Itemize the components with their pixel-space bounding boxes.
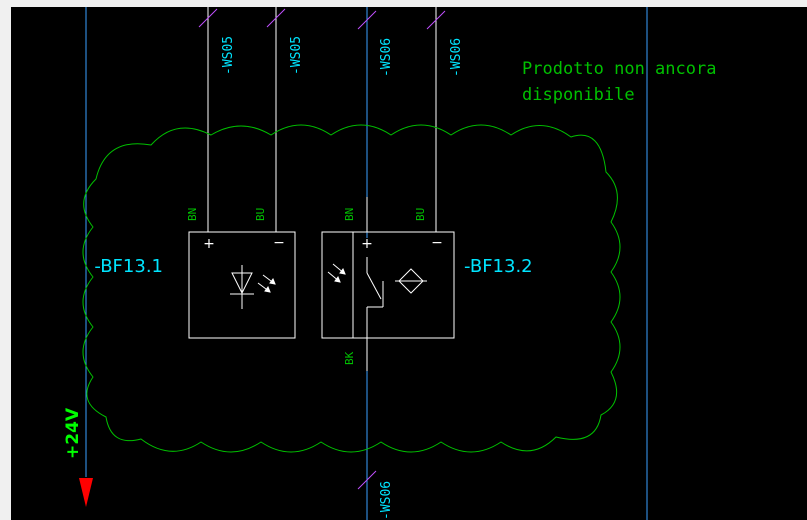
emitter-label[interactable]: -BF13.1: [94, 256, 163, 277]
device-receiver[interactable]: + − BN BU BK -BF13.2: [321, 208, 533, 365]
receiver-pin-bu: BU: [414, 208, 427, 221]
receiver-pin-bn: BN: [343, 208, 356, 221]
photo-receiver-icon: [327, 257, 427, 338]
cable-tag-ws06-a[interactable]: -WS06: [379, 38, 394, 77]
cad-window: -WS05 -WS05 -WS06 -WS06 -WS06 Prodotto n…: [0, 0, 807, 520]
cable-tag-ws06-bottom[interactable]: -WS06: [379, 481, 394, 520]
cable-tag-ws06-b[interactable]: -WS06: [449, 38, 464, 77]
revision-cloud[interactable]: [82, 124, 621, 453]
cable-tag-ws05-a[interactable]: -WS05: [221, 36, 236, 75]
drawing-canvas[interactable]: -WS05 -WS05 -WS06 -WS06 -WS06 Prodotto n…: [11, 7, 807, 520]
device-emitter[interactable]: + − BN BU -BF13.1: [94, 208, 296, 339]
emitter-pin-bn: BN: [186, 208, 199, 221]
supply-label[interactable]: +24V: [63, 407, 83, 459]
note-line-2[interactable]: disponibile: [522, 85, 635, 105]
emitter-minus: −: [273, 235, 285, 251]
receiver-label[interactable]: -BF13.2: [464, 256, 533, 277]
note-line-1[interactable]: Prodotto non ancora: [522, 59, 716, 79]
receiver-pin-bk: BK: [343, 351, 356, 365]
emitter-pin-bu: BU: [254, 208, 267, 221]
down-arrow-icon: [79, 478, 93, 507]
receiver-plus: +: [361, 236, 373, 252]
receiver-minus: −: [431, 235, 443, 251]
emitter-plus: +: [203, 236, 215, 252]
schematic-svg: -WS05 -WS05 -WS06 -WS06 -WS06 Prodotto n…: [63, 7, 716, 520]
cable-tag-ws05-b[interactable]: -WS05: [289, 36, 304, 75]
led-emitter-icon: [230, 265, 276, 309]
